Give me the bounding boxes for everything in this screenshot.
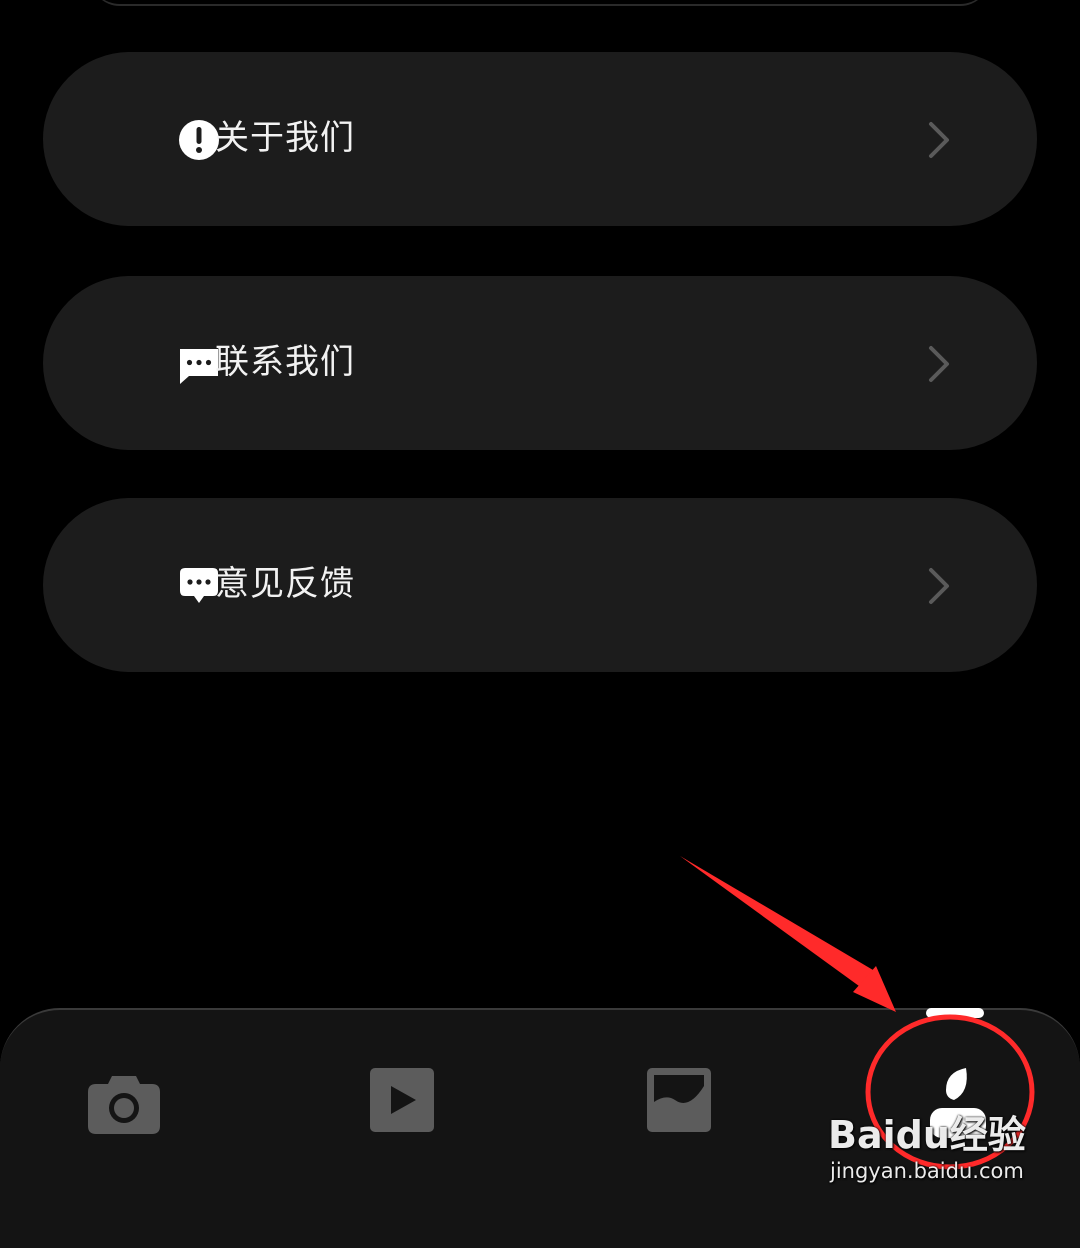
baidu-jingyan-watermark: Baidu经验 jingyan.baidu.com bbox=[828, 1112, 1068, 1192]
annotation-arrow-head bbox=[853, 966, 896, 1012]
camera-icon bbox=[88, 1076, 160, 1134]
watermark-url: jingyan.baidu.com bbox=[830, 1159, 1024, 1183]
menu-item-contact-us[interactable]: 联系我们 bbox=[43, 276, 1037, 450]
previous-card-edge bbox=[90, 0, 990, 6]
chevron-right-icon bbox=[929, 346, 949, 382]
menu-item-label: 关于我们 bbox=[215, 118, 355, 158]
nav-tab-camera[interactable] bbox=[84, 1062, 164, 1142]
play-icon bbox=[370, 1068, 434, 1132]
chevron-right-icon bbox=[929, 122, 949, 158]
menu-item-feedback[interactable]: 意见反馈 bbox=[43, 498, 1037, 672]
menu-item-label: 联系我们 bbox=[215, 342, 355, 382]
watermark-brand: Baidu经验 bbox=[828, 1113, 1026, 1157]
nav-tab-video[interactable] bbox=[362, 1062, 442, 1142]
gallery-icon bbox=[647, 1068, 711, 1132]
menu-item-about-us[interactable]: 关于我们 bbox=[43, 52, 1037, 226]
annotation-arrow-shaft bbox=[680, 856, 892, 1010]
menu-item-label: 意见反馈 bbox=[215, 564, 355, 604]
active-tab-indicator bbox=[926, 1008, 984, 1018]
nav-tab-gallery[interactable] bbox=[639, 1062, 719, 1142]
chevron-right-icon bbox=[929, 568, 949, 604]
